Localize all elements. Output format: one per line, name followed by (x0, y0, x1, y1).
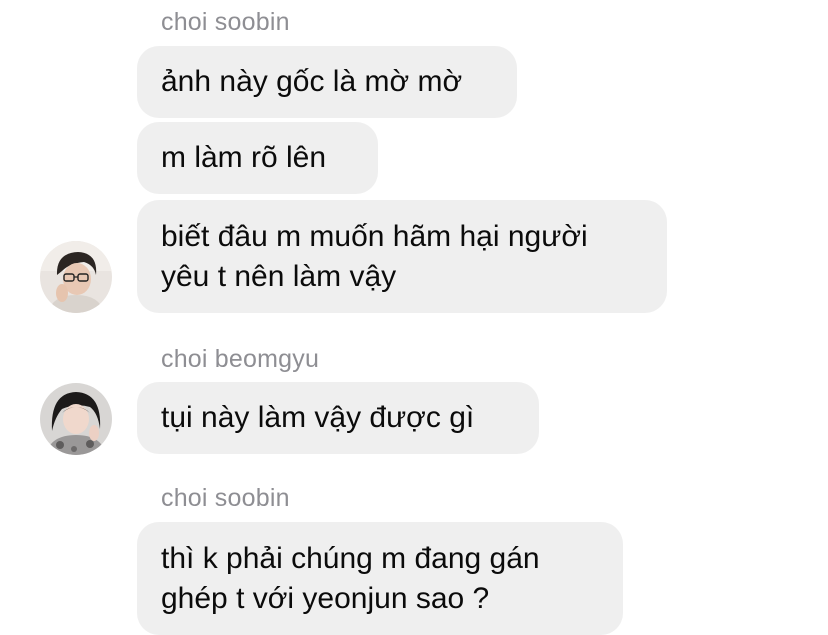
message-bubble[interactable]: m làm rõ lên (137, 122, 378, 194)
message-bubble[interactable]: biết đâu m muốn hãm hại người yêu t nên … (137, 200, 667, 313)
message-bubble[interactable]: ảnh này gốc là mờ mờ (137, 46, 517, 118)
avatar-image (40, 241, 112, 313)
message-text: biết đâu m muốn hãm hại người yêu t nên … (161, 219, 588, 293)
message-text: tụi này làm vậy được gì (161, 401, 475, 434)
avatar-image (40, 383, 112, 455)
sender-name: choi soobin (161, 8, 290, 36)
sender-name: choi soobin (161, 484, 290, 512)
message-text: thì k phải chúng m đang gán ghép t với y… (161, 541, 540, 615)
message-text: ảnh này gốc là mờ mờ (161, 65, 463, 98)
user-avatar-beomgyu-icon[interactable] (40, 383, 112, 455)
sender-name: choi beomgyu (161, 345, 320, 373)
message-bubble[interactable]: tụi này làm vậy được gì (137, 382, 539, 454)
message-bubble[interactable]: thì k phải chúng m đang gán ghép t với y… (137, 522, 623, 635)
message-text: m làm rõ lên (161, 141, 327, 174)
user-avatar-soobin-icon[interactable] (40, 241, 112, 313)
